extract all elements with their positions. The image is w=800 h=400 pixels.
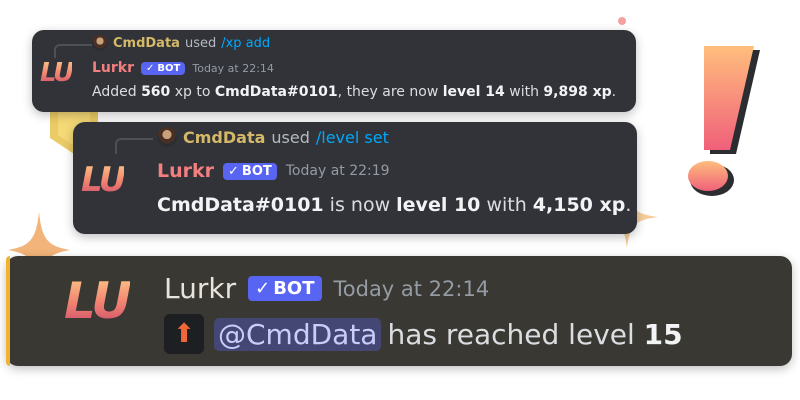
reply-username[interactable]: CmdData [113,36,180,51]
bot-avatar[interactable]: LU [64,272,132,330]
message-card-level-set: CmdData used /level set LU Lurkr ✓ BOT T… [73,122,637,234]
message-header: Lurkr ✓ BOT Today at 22:14 [164,272,489,305]
reply-command[interactable]: /level set [316,128,389,147]
bot-badge-label: BOT [157,62,181,74]
reply-used-text: used [184,35,217,51]
reply-username[interactable]: CmdData [183,128,265,147]
reply-used-text: used [271,127,310,147]
exclamation-icon [688,46,760,196]
bot-avatar[interactable]: LU [40,58,74,88]
total-xp: 4,150 xp [532,194,626,216]
message-header: Lurkr ✓ BOT Today at 22:14 [92,60,274,76]
author-name[interactable]: Lurkr [157,160,214,182]
user-mention[interactable]: @CmdData [214,317,382,351]
checkmark-icon: ✓ [228,163,239,179]
bot-badge-label: BOT [273,278,315,299]
reply-connector [54,44,92,58]
content-text: . [625,194,632,216]
message-content: ⬆ @CmdData has reached level 15 [164,314,683,354]
level-value: 15 [643,317,683,351]
xp-amount: 560 [141,84,171,100]
bot-badge-label: BOT [241,163,272,179]
reply-preview[interactable]: CmdData used /xp add [92,35,270,51]
content-text: with [480,194,533,216]
message-header: Lurkr ✓ BOT Today at 22:19 [157,160,390,182]
content-text: is now [323,194,397,216]
level-value: level 14 [442,84,505,100]
message-card-xp-add: CmdData used /xp add LU Lurkr ✓ BOT Toda… [32,30,636,112]
author-name[interactable]: Lurkr [164,272,236,305]
content-text: , they are now [337,84,443,100]
message-content: CmdData#0101 is now level 10 with 4,150 … [157,194,631,216]
message-card-level-up: LU Lurkr ✓ BOT Today at 22:14 ⬆ @CmdData… [6,256,792,366]
timestamp[interactable]: Today at 22:19 [286,163,390,179]
reply-command[interactable]: /xp add [221,36,270,51]
reply-connector [115,138,153,154]
avatar[interactable] [157,127,177,147]
content-text: Added [92,84,142,100]
content-text: xp to [170,84,215,100]
target-user: CmdData#0101 [157,194,324,216]
content-text: . [611,84,617,100]
message-content: Added 560 xp to CmdData#0101, they are n… [92,84,616,100]
total-xp: 9,898 xp [543,84,612,100]
bot-badge: ✓ BOT [223,162,277,180]
level-value: level 10 [396,194,481,216]
bot-avatar[interactable]: LU [81,160,126,200]
bot-badge: ✓ BOT [141,61,186,75]
timestamp[interactable]: Today at 22:14 [192,62,274,75]
content-text: with [504,84,544,100]
checkmark-icon: ✓ [146,62,155,74]
timestamp[interactable]: Today at 22:14 [334,277,490,301]
avatar[interactable] [92,35,108,51]
target-user: CmdData#0101 [214,84,338,100]
up-arrow-icon: ⬆ [164,314,204,354]
checkmark-icon: ✓ [255,278,271,299]
content-text: has reached level [387,317,644,351]
reply-preview[interactable]: CmdData used /level set [157,127,389,147]
author-name[interactable]: Lurkr [92,60,134,76]
bot-badge: ✓ BOT [248,276,322,301]
